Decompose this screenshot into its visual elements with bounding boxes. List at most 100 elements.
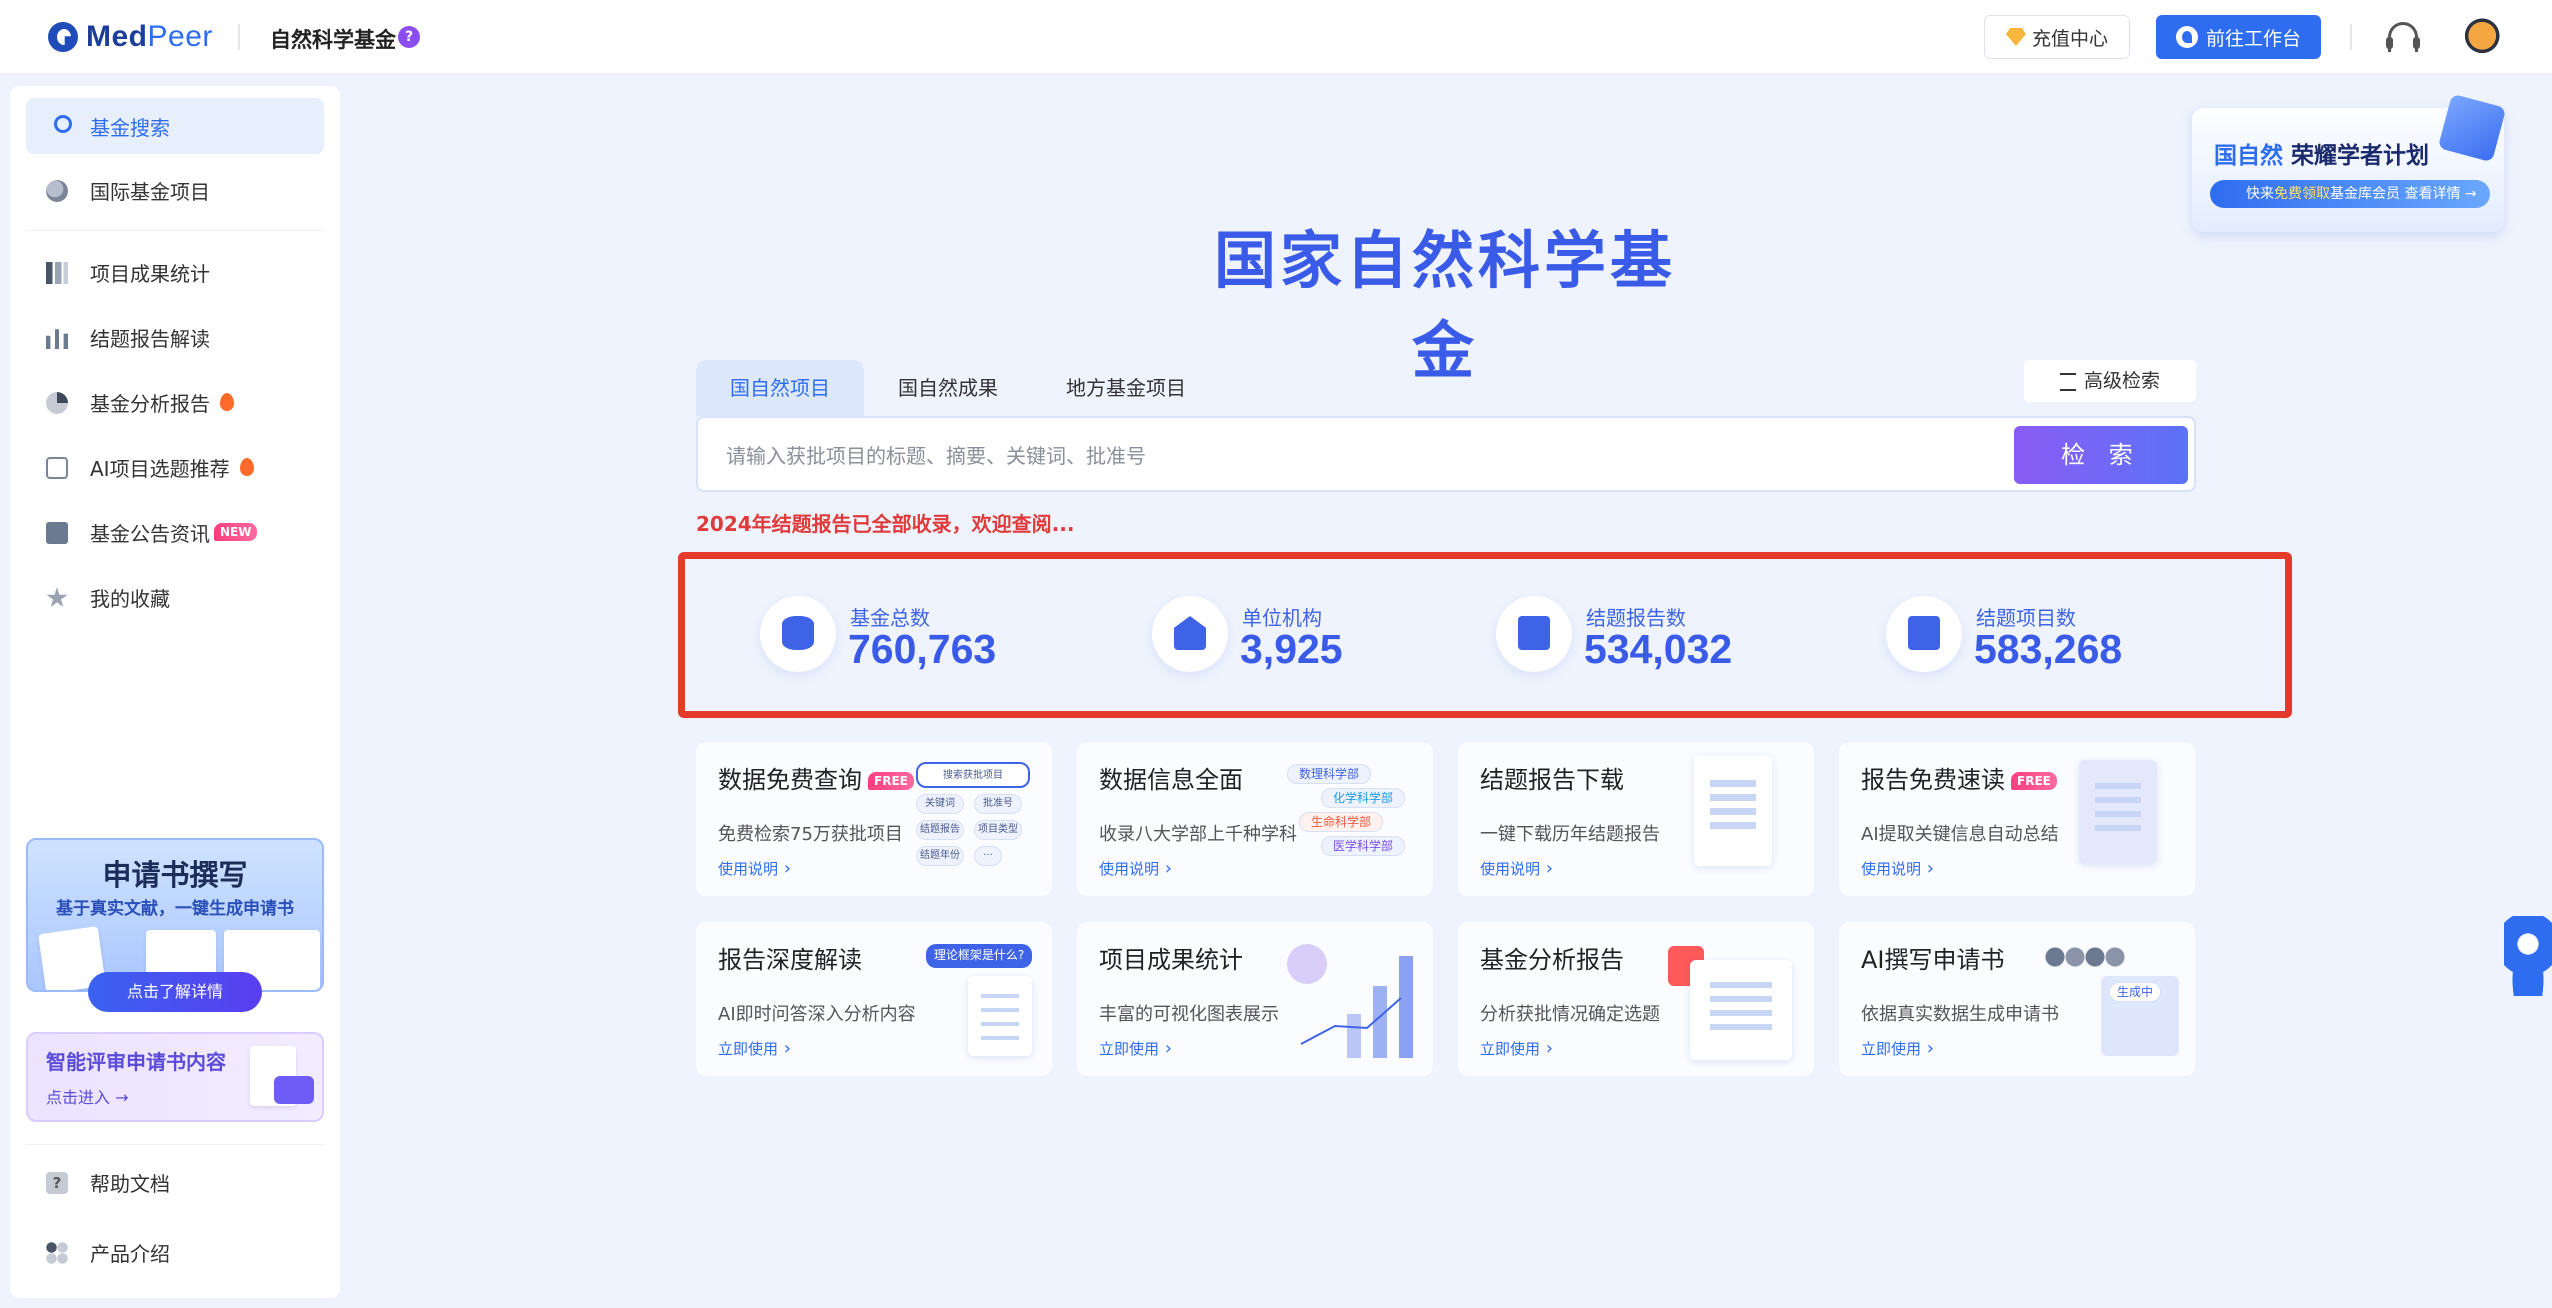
card-link[interactable]: 使用说明: [1099, 858, 1172, 879]
card-link[interactable]: 使用说明: [1480, 858, 1553, 879]
customer-service-icon[interactable]: [2386, 22, 2420, 52]
recharge-button[interactable]: 充值中心: [1984, 15, 2130, 59]
workbench-button[interactable]: 前往工作台: [2156, 15, 2321, 59]
banner-text: 基金库会员: [2330, 186, 2400, 202]
card-description: AI提取关键信息自动总结: [1861, 824, 2059, 845]
sidebar-item-label: 基金搜索: [90, 115, 170, 140]
tab-local-fund[interactable]: 地方基金项目: [1032, 360, 1220, 416]
banner-detail-link: 查看详情 →: [2400, 186, 2477, 202]
art-chat-bubble: 理论框架是什么?: [926, 944, 1032, 968]
top-bar: MedPeer 自然科学基金 ? 充值中心 前往工作台: [0, 0, 2552, 74]
card-link[interactable]: 立即使用: [718, 1038, 791, 1059]
user-avatar[interactable]: [2458, 16, 2502, 60]
feature-card-quick-read[interactable]: 报告免费速读 FREE AI提取关键信息自动总结 使用说明: [1839, 742, 2195, 896]
search-input[interactable]: [726, 438, 1876, 474]
medpeer-logo[interactable]: MedPeer: [48, 20, 213, 54]
document-icon: [968, 976, 1032, 1056]
sidebar-item-product[interactable]: 产品介绍: [26, 1224, 324, 1280]
header-divider: [238, 24, 240, 50]
banner-cta[interactable]: 快来免费领取基金库会员 查看详情 →: [2210, 180, 2490, 208]
card-description: 依据真实数据生成申请书: [1861, 1004, 2059, 1025]
art-tag: 医学科学部: [1321, 836, 1405, 856]
card-link[interactable]: 立即使用: [1099, 1038, 1172, 1059]
sidebar-item-label: AI项目选题推荐: [90, 456, 230, 481]
user-avatars-icon: [2045, 946, 2125, 968]
honor-scholar-banner[interactable]: 国自然 荣耀学者计划 快来免费领取基金库会员 查看详情 →: [2192, 93, 2507, 232]
feature-card-free-query[interactable]: 数据免费查询 FREE 免费检索75万获批项目 使用说明 搜索获批项目 关键词 批…: [696, 742, 1052, 896]
apply-writing-promo[interactable]: 申请书撰写 基于真实文献，一键生成申请书: [26, 838, 324, 992]
promo-enter-link[interactable]: 点击进入 →: [46, 1084, 129, 1108]
app-title: 自然科学基金: [270, 28, 396, 52]
sidebar-item-analysis-report[interactable]: 基金分析报告: [26, 374, 324, 430]
art-tag: 关键词: [916, 794, 964, 814]
feature-card-achievement-stats[interactable]: 项目成果统计 丰富的可视化图表展示 立即使用: [1077, 922, 1433, 1076]
tab-nsfc-projects[interactable]: 国自然项目: [696, 360, 864, 416]
search-box: 检 索: [696, 416, 2196, 492]
hot-fire-icon: [239, 458, 254, 476]
sidebar-item-international[interactable]: 国际基金项目: [26, 162, 324, 218]
database-icon: [782, 616, 814, 650]
promo-learn-more-button[interactable]: 点击了解详情: [88, 972, 262, 1012]
product-icon: [46, 1242, 68, 1264]
analytics-icon: [46, 329, 68, 349]
feature-card-deep-reading[interactable]: 报告深度解读 AI即时问答深入分析内容 立即使用 理论框架是什么?: [696, 922, 1052, 1076]
card-description: 分析获批情况确定选题: [1480, 1004, 1660, 1025]
ai-icon: [46, 457, 68, 479]
page-title: 国家自然科学基金: [1213, 224, 1676, 387]
advanced-search-button[interactable]: 高级检索: [2024, 360, 2196, 402]
card-link[interactable]: 立即使用: [1480, 1038, 1553, 1059]
sidebar-item-label: 我的收藏: [90, 586, 170, 611]
sidebar-item-achievements[interactable]: 项目成果统计: [26, 244, 324, 300]
sidebar-item-report-reading[interactable]: 结题报告解读: [26, 309, 324, 365]
feature-card-ai-writing[interactable]: AI撰写申请书 依据真实数据生成申请书 立即使用 生成中: [1839, 922, 2195, 1076]
medpeer-logo-icon: [48, 22, 78, 52]
search-button[interactable]: 检 索: [2014, 426, 2188, 484]
card-description: 丰富的可视化图表展示: [1099, 1004, 1279, 1025]
sidebar-item-ai-topic[interactable]: AI项目选题推荐: [26, 439, 324, 495]
card-title: 项目成果统计: [1099, 946, 1243, 974]
card-link[interactable]: 使用说明: [718, 858, 791, 879]
logo-text-peer: Peer: [147, 20, 213, 53]
banner-text: 快来: [2246, 186, 2274, 202]
sidebar-item-fund-search[interactable]: 基金搜索: [26, 98, 324, 154]
sidebar-item-label: 帮助文档: [90, 1171, 170, 1196]
sidebar-item-news[interactable]: 基金公告资讯 NEW: [26, 504, 324, 560]
art-tag: 结题年份: [916, 846, 964, 866]
feature-card-report-download[interactable]: 结题报告下载 一键下载历年结题报告 使用说明: [1458, 742, 1814, 896]
report-icon: [1518, 616, 1550, 650]
sidebar-item-label: 基金公告资讯: [90, 521, 210, 546]
stat-value: 760,763: [848, 626, 997, 672]
feature-card-comprehensive-data[interactable]: 数据信息全面 收录八大学部上千种学科 使用说明 数理科学部 化学科学部 生命科学…: [1077, 742, 1433, 896]
notice-text[interactable]: 2024年结题报告已全部收录，欢迎查阅...: [696, 508, 1074, 537]
stat-value: 583,268: [1974, 626, 2123, 672]
free-badge: FREE: [2011, 772, 2057, 790]
card-title: 结题报告下载: [1480, 766, 1624, 794]
smart-review-promo[interactable]: 智能评审申请书内容 点击进入 →: [26, 1032, 324, 1122]
art-search-pill: 搜索获批项目: [916, 762, 1030, 788]
stat-value: 3,925: [1240, 626, 1343, 672]
tab-nsfc-achievements[interactable]: 国自然成果: [864, 360, 1032, 416]
institution-icon: [1174, 616, 1206, 650]
card-link[interactable]: 立即使用: [1861, 1038, 1934, 1059]
help-doc-icon: ?: [46, 1172, 68, 1194]
header-divider-right: [2350, 24, 2352, 50]
bar-chart-icon: [46, 262, 68, 284]
card-title: 报告深度解读: [718, 946, 862, 974]
card-title: 数据免费查询: [718, 766, 862, 794]
art-tag: 数理科学部: [1287, 764, 1371, 784]
sidebar-item-help[interactable]: ? 帮助文档: [26, 1154, 324, 1210]
sidebar-item-label: 基金分析报告: [90, 391, 210, 416]
feature-card-analysis-report[interactable]: 基金分析报告 分析获批情况确定选题 立即使用: [1458, 922, 1814, 1076]
banner-title-a: 国自然: [2214, 143, 2283, 169]
files-icon: [1908, 616, 1940, 650]
assistant-mascot-icon[interactable]: [2504, 916, 2552, 996]
globe-icon: [46, 180, 68, 202]
diamond-icon: [2005, 28, 2026, 46]
card-link[interactable]: 使用说明: [1861, 858, 1934, 879]
help-icon[interactable]: ?: [398, 26, 420, 48]
hot-fire-icon: [220, 393, 234, 411]
sidebar-item-favorites[interactable]: 我的收藏: [26, 569, 324, 625]
promo-title: 智能评审申请书内容: [46, 1050, 226, 1074]
card-description: 一键下载历年结题报告: [1480, 824, 1660, 845]
art-tag: 结题报告: [916, 820, 964, 840]
